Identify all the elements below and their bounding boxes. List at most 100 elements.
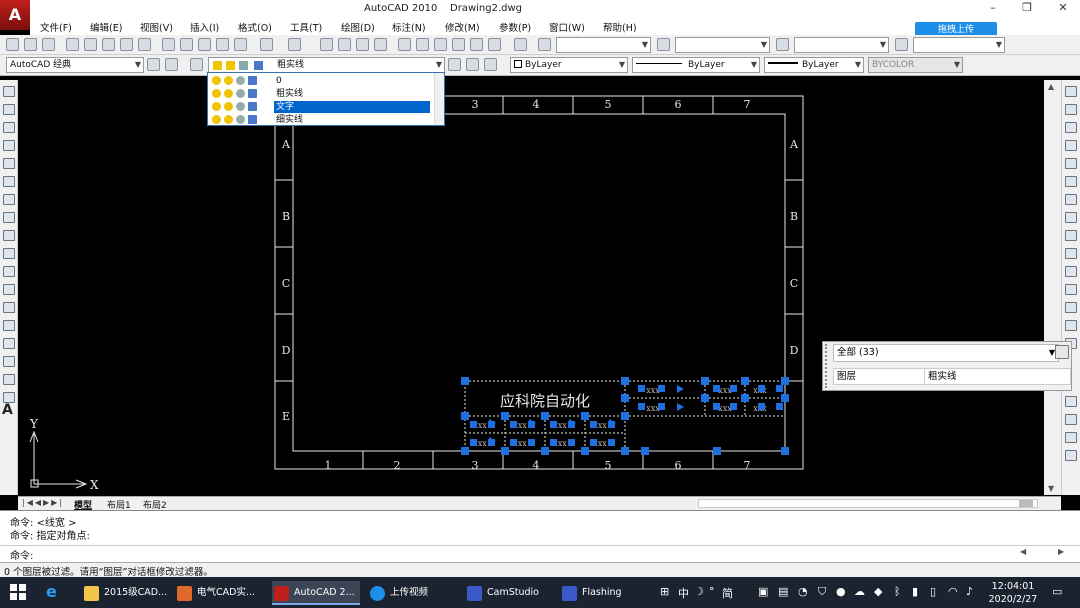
line-icon[interactable] xyxy=(3,86,15,97)
ime-chinese-indicator[interactable]: 中 xyxy=(678,585,689,601)
rotate-icon[interactable] xyxy=(1065,194,1077,205)
command-prompt[interactable]: 命令: xyxy=(10,547,33,562)
design-center-icon[interactable] xyxy=(416,38,429,51)
layer-option-thick[interactable]: 粗实线 xyxy=(208,88,434,100)
workspace-combo[interactable]: AutoCAD 经典 ▼ xyxy=(6,57,144,73)
scroll-up-icon[interactable]: ▲ xyxy=(1048,82,1054,91)
menu-parametric[interactable]: 参数(P) xyxy=(499,20,531,34)
zoom-realtime-icon[interactable] xyxy=(338,38,351,51)
mirror-icon[interactable] xyxy=(1065,122,1077,133)
bluetooth-icon[interactable]: ᛒ xyxy=(894,585,901,598)
circle-icon[interactable] xyxy=(3,194,15,205)
multiline-text-icon[interactable]: A xyxy=(2,402,13,418)
tray-app-icon[interactable]: ◆ xyxy=(874,585,882,598)
menu-format[interactable]: 格式(O) xyxy=(238,20,272,34)
ime-simplified-indicator[interactable]: 简 xyxy=(722,585,733,601)
tray-app-icon[interactable]: ▤ xyxy=(778,585,788,598)
dim-style-icon[interactable] xyxy=(657,38,670,51)
draworder-under-icon[interactable] xyxy=(1065,450,1077,461)
workspace-settings-icon[interactable] xyxy=(147,58,160,71)
horizontal-scrollbar[interactable] xyxy=(698,499,1038,508)
system-clock[interactable]: 12:04:01 2020/2/27 xyxy=(985,580,1041,606)
close-button[interactable]: ✕ xyxy=(1055,1,1071,14)
menu-draw[interactable]: 绘图(D) xyxy=(341,20,375,34)
moon-icon[interactable]: ☽ xyxy=(694,585,704,598)
layer-combo[interactable]: 粗实线 ▼ xyxy=(208,57,445,73)
cut-icon[interactable] xyxy=(162,38,175,51)
menu-modify[interactable]: 修改(M) xyxy=(445,20,480,34)
insert-block-icon[interactable] xyxy=(3,284,15,295)
selection-combo[interactable]: 全部 (33) ▼ xyxy=(833,344,1059,362)
panel-grip-icon[interactable] xyxy=(825,344,830,388)
menu-help[interactable]: 帮助(H) xyxy=(603,20,637,34)
paste-icon[interactable] xyxy=(198,38,211,51)
vertical-scrollbar[interactable]: ▲ ▼ xyxy=(1044,80,1061,495)
undo-icon[interactable] xyxy=(260,38,273,51)
layer-option-0[interactable]: 0 xyxy=(208,75,434,87)
array-icon[interactable] xyxy=(1065,158,1077,169)
tab-navigation-icon[interactable]: |◀◀▶▶| xyxy=(22,498,64,507)
copy-object-icon[interactable] xyxy=(1065,104,1077,115)
tool-palettes-icon[interactable] xyxy=(434,38,447,51)
extend-icon[interactable] xyxy=(1065,266,1077,277)
autocad-logo-icon[interactable]: A xyxy=(0,0,30,30)
redo-icon[interactable] xyxy=(288,38,301,51)
dropdown-scrollbar[interactable] xyxy=(434,73,444,125)
save-icon[interactable] xyxy=(42,38,55,51)
chamfer-icon[interactable] xyxy=(1065,320,1077,331)
battery-icon[interactable]: ▯ xyxy=(930,585,936,598)
scale-icon[interactable] xyxy=(1065,212,1077,223)
drawing-canvas[interactable]: 3 4 5 6 7 1 2 3 4 5 6 7 A B C D E A B C … xyxy=(18,80,1044,496)
menu-tools[interactable]: 工具(T) xyxy=(290,20,322,34)
edge-browser-icon[interactable]: e xyxy=(46,582,57,601)
horizontal-scroll-thumb[interactable] xyxy=(1019,500,1033,507)
join-icon[interactable] xyxy=(1065,302,1077,313)
draworder-back-icon[interactable] xyxy=(1065,414,1077,425)
plot-icon[interactable] xyxy=(138,38,151,51)
lineweight-combo[interactable]: ByLayer ▼ xyxy=(764,57,864,73)
match-properties-icon[interactable] xyxy=(216,38,229,51)
linetype-combo[interactable]: ByLayer ▼ xyxy=(632,57,760,73)
properties-icon[interactable] xyxy=(398,38,411,51)
polyline-icon[interactable] xyxy=(3,122,15,133)
print-icon[interactable] xyxy=(66,38,79,51)
tray-app-icon[interactable]: ▣ xyxy=(758,585,768,598)
3d-dwf-icon[interactable] xyxy=(120,38,133,51)
construction-line-icon[interactable] xyxy=(3,104,15,115)
point-icon[interactable] xyxy=(3,320,15,331)
menu-file[interactable]: 文件(F) xyxy=(40,20,72,34)
make-current-layer-icon[interactable] xyxy=(448,58,461,71)
revision-cloud-icon[interactable] xyxy=(3,212,15,223)
zoom-window-icon[interactable] xyxy=(356,38,369,51)
layer-dropdown-list[interactable]: 0 粗实线 文字 细实线 xyxy=(207,72,445,126)
minimize-button[interactable]: – xyxy=(985,1,1001,14)
hatch-icon[interactable] xyxy=(3,338,15,349)
stretch-icon[interactable] xyxy=(1065,230,1077,241)
taskbar-item-folder[interactable]: 2015级CAD... xyxy=(82,581,168,605)
publish-icon[interactable] xyxy=(102,38,115,51)
zoom-previous-icon[interactable] xyxy=(374,38,387,51)
multileader-style-icon[interactable] xyxy=(895,38,908,51)
menu-view[interactable]: 视图(V) xyxy=(140,20,173,34)
gradient-icon[interactable] xyxy=(3,356,15,367)
taskbar-item-ppt[interactable]: 电气CAD实... xyxy=(175,581,265,605)
menu-edit[interactable]: 编辑(E) xyxy=(90,20,122,34)
sheet-set-icon[interactable] xyxy=(452,38,465,51)
scroll-down-icon[interactable]: ▼ xyxy=(1048,484,1054,493)
degree-icon[interactable]: ° xyxy=(709,585,715,598)
taskbar-item-autocad[interactable]: AutoCAD 2... xyxy=(272,581,360,605)
command-scroll-left-icon[interactable]: ◀ xyxy=(1020,547,1026,556)
arc-icon[interactable] xyxy=(3,176,15,187)
make-block-icon[interactable] xyxy=(3,302,15,313)
command-window[interactable]: 命令: <线宽 > 命令: 指定对角点: 命令: ◀ ▶ xyxy=(0,510,1080,562)
calculator-icon[interactable] xyxy=(488,38,501,51)
open-icon[interactable] xyxy=(24,38,37,51)
quick-select-icon[interactable] xyxy=(1055,345,1069,359)
draworder-icon[interactable] xyxy=(1065,396,1077,407)
offset-icon[interactable] xyxy=(1065,140,1077,151)
start-icon[interactable] xyxy=(10,584,26,600)
text-style-combo[interactable]: ▼ xyxy=(556,37,651,53)
taskbar-item-upload[interactable]: 上传视频 xyxy=(368,581,456,605)
taskbar-item-flashing[interactable]: Flashing xyxy=(560,581,648,605)
pan-icon[interactable] xyxy=(320,38,333,51)
